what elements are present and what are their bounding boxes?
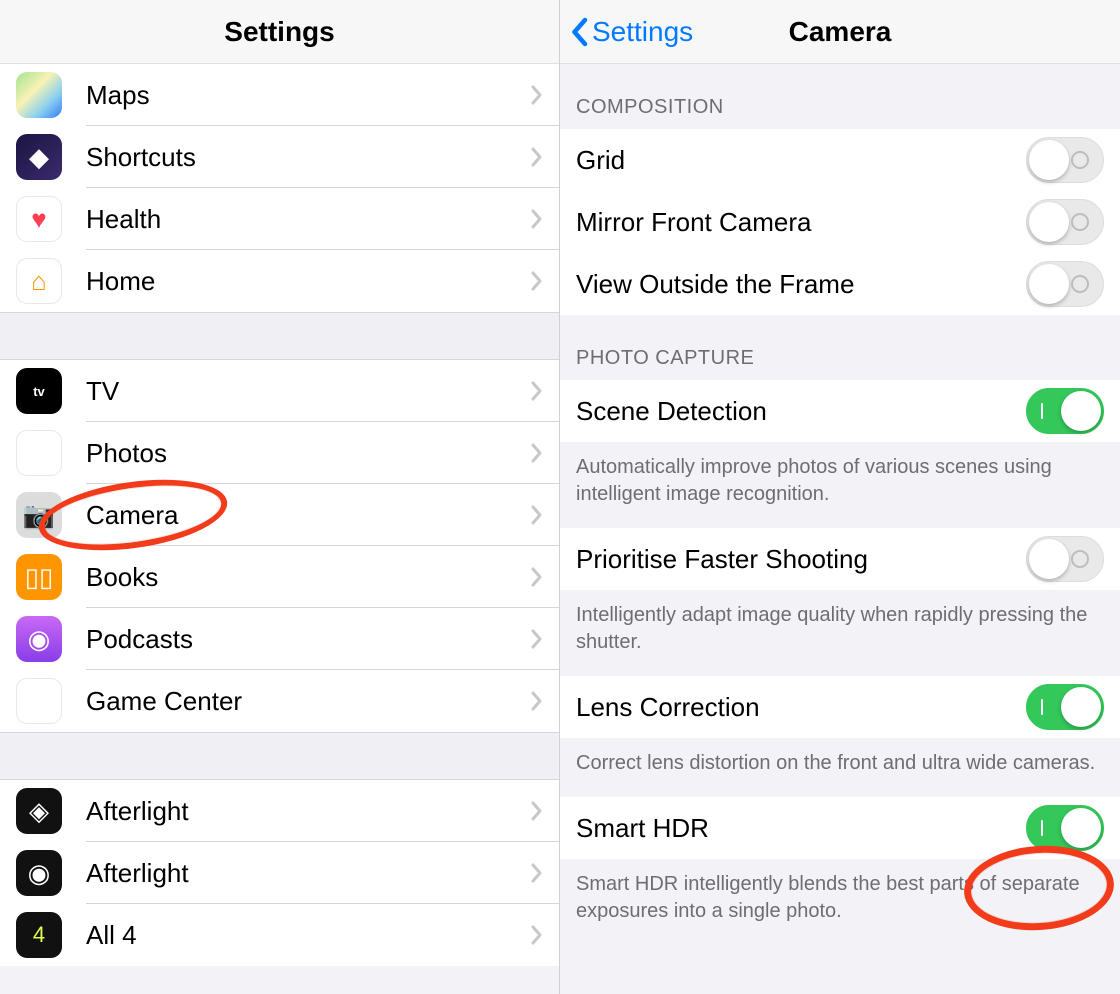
settings-row-label: Photos (86, 438, 531, 469)
gamecenter-icon: ●● (16, 678, 62, 724)
settings-row-label: Camera (86, 500, 531, 531)
books-icon: ▯▯ (16, 554, 62, 600)
setting-row-smarthdr: Smart HDR (560, 797, 1120, 859)
settings-row-label: All 4 (86, 920, 531, 951)
toggle-viewoutside[interactable] (1026, 261, 1104, 307)
photos-icon: ✿ (16, 430, 62, 476)
chevron-right-icon (531, 443, 543, 463)
setting-label: Prioritise Faster Shooting (576, 544, 1026, 575)
chevron-right-icon (531, 381, 543, 401)
settings-row-label: Game Center (86, 686, 531, 717)
chevron-right-icon (531, 801, 543, 821)
settings-row-label: Maps (86, 80, 531, 111)
setting-label: View Outside the Frame (576, 269, 1026, 300)
settings-nav-bar: Settings (0, 0, 559, 64)
setting-row-mirror: Mirror Front Camera (560, 191, 1120, 253)
settings-row-afterlight1[interactable]: ◈ Afterlight (0, 780, 559, 842)
setting-row-lenscorrect: Lens Correction (560, 676, 1120, 738)
camera-icon: 📷 (16, 492, 62, 538)
setting-row-scenedetect: Scene Detection (560, 380, 1120, 442)
settings-row-afterlight2[interactable]: ◉ Afterlight (0, 842, 559, 904)
toggle-fastershoot[interactable] (1026, 536, 1104, 582)
setting-footer: Correct lens distortion on the front and… (560, 738, 1120, 797)
setting-row-viewoutside: View Outside the Frame (560, 253, 1120, 315)
chevron-right-icon (531, 271, 543, 291)
toggle-scenedetect[interactable] (1026, 388, 1104, 434)
chevron-right-icon (531, 629, 543, 649)
settings-row-label: Health (86, 204, 531, 235)
settings-row-label: Home (86, 266, 531, 297)
setting-footer: Automatically improve photos of various … (560, 442, 1120, 528)
settings-title: Settings (224, 16, 334, 48)
setting-footer: Smart HDR intelligently blends the best … (560, 859, 1120, 945)
settings-row-podcasts[interactable]: ◉ Podcasts (0, 608, 559, 670)
camera-nav-bar: Settings Camera (560, 0, 1120, 64)
chevron-right-icon (531, 691, 543, 711)
setting-row-grid: Grid (560, 129, 1120, 191)
chevron-right-icon (531, 863, 543, 883)
chevron-right-icon (531, 505, 543, 525)
maps-icon (16, 72, 62, 118)
setting-label: Scene Detection (576, 396, 1026, 427)
settings-row-label: Books (86, 562, 531, 593)
all4-icon: 4 (16, 912, 62, 958)
settings-row-label: Afterlight (86, 858, 531, 889)
section-header: PHOTO CAPTURE (560, 315, 1120, 380)
settings-row-shortcuts[interactable]: ◆ Shortcuts (0, 126, 559, 188)
health-icon: ♥ (16, 196, 62, 242)
toggle-smarthdr[interactable] (1026, 805, 1104, 851)
tv-icon: tv (16, 368, 62, 414)
setting-label: Mirror Front Camera (576, 207, 1026, 238)
section-header: COMPOSITION (560, 64, 1120, 129)
chevron-right-icon (531, 925, 543, 945)
home-icon: ⌂ (16, 258, 62, 304)
settings-row-camera[interactable]: 📷 Camera (0, 484, 559, 546)
settings-row-label: TV (86, 376, 531, 407)
settings-row-books[interactable]: ▯▯ Books (0, 546, 559, 608)
settings-row-tv[interactable]: tv TV (0, 360, 559, 422)
settings-row-health[interactable]: ♥ Health (0, 188, 559, 250)
settings-row-home[interactable]: ⌂ Home (0, 250, 559, 312)
settings-row-gamecenter[interactable]: ●● Game Center (0, 670, 559, 732)
toggle-grid[interactable] (1026, 137, 1104, 183)
setting-row-fastershoot: Prioritise Faster Shooting (560, 528, 1120, 590)
back-button[interactable]: Settings (570, 16, 693, 48)
settings-row-label: Shortcuts (86, 142, 531, 173)
afterlight1-icon: ◈ (16, 788, 62, 834)
toggle-lenscorrect[interactable] (1026, 684, 1104, 730)
setting-label: Lens Correction (576, 692, 1026, 723)
settings-list-pane: Settings Maps ◆ Shortcuts ♥ Health ⌂ Home tv TV ✿… (0, 0, 560, 994)
chevron-right-icon (531, 85, 543, 105)
chevron-right-icon (531, 147, 543, 167)
chevron-right-icon (531, 567, 543, 587)
setting-footer: Intelligently adapt image quality when r… (560, 590, 1120, 676)
settings-row-maps[interactable]: Maps (0, 64, 559, 126)
podcasts-icon: ◉ (16, 616, 62, 662)
settings-row-label: Afterlight (86, 796, 531, 827)
chevron-right-icon (531, 209, 543, 229)
setting-label: Smart HDR (576, 813, 1026, 844)
settings-row-label: Podcasts (86, 624, 531, 655)
back-label: Settings (592, 16, 693, 48)
camera-title: Camera (789, 16, 892, 48)
shortcuts-icon: ◆ (16, 134, 62, 180)
setting-label: Grid (576, 145, 1026, 176)
camera-detail-pane: Settings Camera COMPOSITION Grid Mirror Fr… (560, 0, 1120, 994)
settings-row-all4[interactable]: 4 All 4 (0, 904, 559, 966)
toggle-mirror[interactable] (1026, 199, 1104, 245)
settings-row-photos[interactable]: ✿ Photos (0, 422, 559, 484)
afterlight2-icon: ◉ (16, 850, 62, 896)
